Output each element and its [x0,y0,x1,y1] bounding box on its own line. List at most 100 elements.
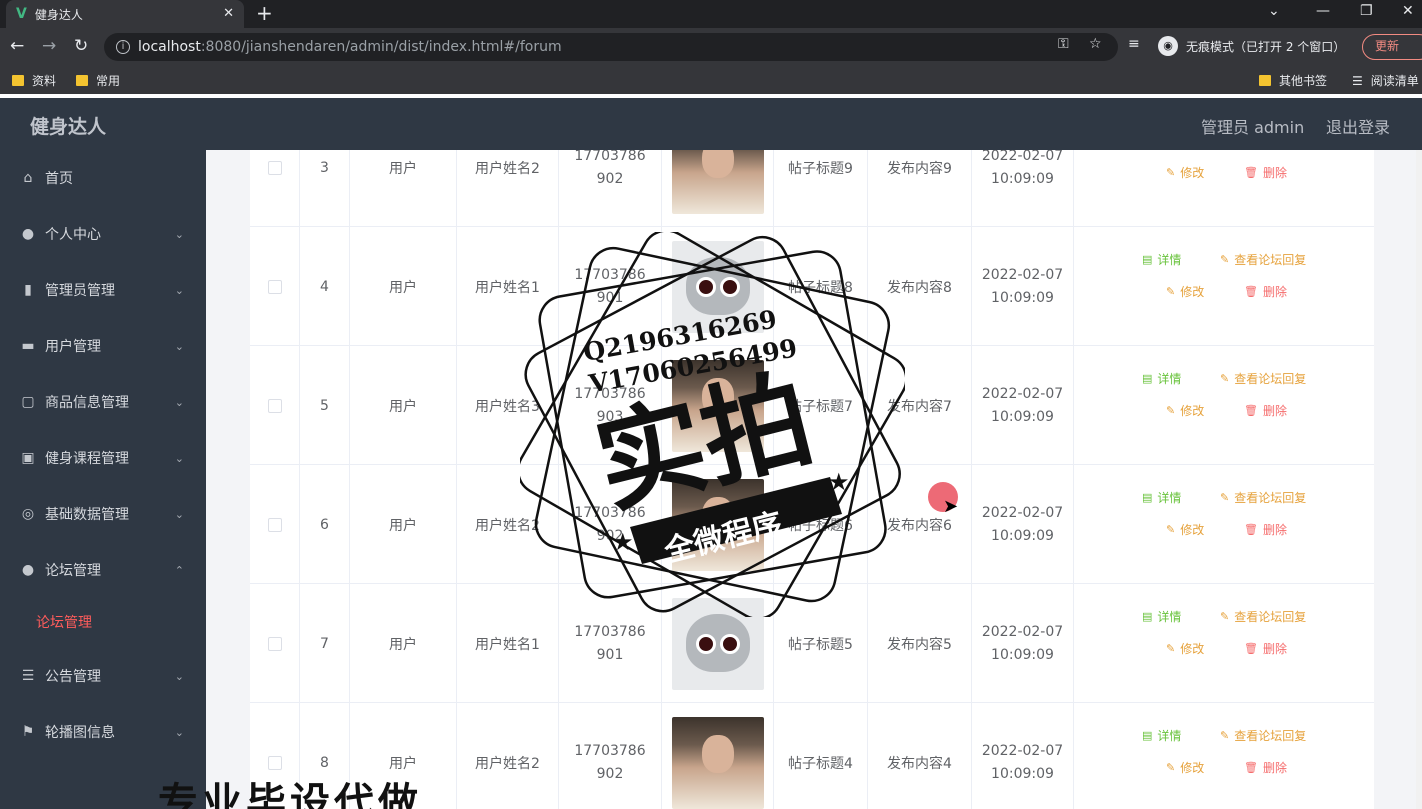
trash-icon: 🗑 [1244,523,1258,536]
minimize-icon[interactable]: — [1316,3,1330,19]
image-cell [662,584,774,703]
edit-icon: ✎ [1220,729,1230,742]
vue-logo-icon: V [16,6,27,22]
row-checkbox[interactable] [267,279,282,294]
star-icon[interactable]: ☆ [1089,36,1102,52]
sidebar-item-admins[interactable]: ▮ 管理员管理 ⌄ [0,262,206,318]
app-title: 健身达人 [30,116,107,138]
chevron-up-icon: ⌃ [174,563,184,577]
document-icon: ▤ [1142,253,1153,266]
delete-button[interactable]: 🗑 删除 [1244,402,1287,419]
key-icon[interactable]: ⚿ [1058,36,1069,52]
delete-button[interactable]: 🗑 删除 [1244,759,1287,776]
sidebar-item-label: 基础数据管理 [45,507,129,523]
restore-icon[interactable]: ❐ [1360,3,1373,19]
view-replies-button[interactable]: ✎ 查看论坛回复 [1220,251,1306,268]
sidebar-item-users[interactable]: ▬ 用户管理 ⌄ [0,318,206,374]
media-icon[interactable]: ≡ [1128,36,1140,52]
delete-button-label: 删除 [1262,404,1287,418]
delete-button[interactable]: 🗑 删除 [1244,521,1287,538]
time-text: 10:09:09 [991,408,1054,425]
edit-button[interactable]: ✎ 修改 [1166,164,1204,181]
delete-button[interactable]: 🗑 删除 [1244,283,1287,300]
edit-button[interactable]: ✎ 修改 [1166,283,1204,300]
row-actions: ▤ 详情 ✎ 查看论坛回复 ✎ 修改 🗑 删除 [1136,465,1374,584]
title-cell-text: 帖子标题8 [788,279,853,296]
role-cell-text: 用户 [389,279,417,296]
close-window-icon[interactable]: ✕ [1402,3,1414,19]
sidebar-item-home[interactable]: ⌂ 首页 [0,150,206,206]
edit-icon: ✎ [1220,253,1230,266]
sidebar-item-carousel[interactable]: ⚑ 轮播图信息 ⌄ [0,704,206,760]
reload-icon[interactable]: ↻ [74,36,88,56]
edit-button[interactable]: ✎ 修改 [1166,402,1204,419]
sidebar-item-basedata[interactable]: ◎ 基础数据管理 ⌄ [0,486,206,542]
sidebar-item-notices[interactable]: ☰ 公告管理 ⌄ [0,648,206,704]
detail-button[interactable]: ▤ 详情 [1142,251,1181,268]
detail-button[interactable]: ▤ 详情 [1142,489,1181,506]
browser-tab[interactable]: V 健身达人 ✕ [6,0,244,28]
detail-button-label: 详情 [1157,372,1182,386]
tab-search-icon[interactable]: ⌄ [1268,3,1280,19]
close-tab-icon[interactable]: ✕ [223,6,234,21]
delete-button[interactable]: 🗑 删除 [1244,640,1287,657]
row-checkbox[interactable] [267,755,282,770]
row-checkbox[interactable] [267,517,282,532]
view-replies-button[interactable]: ✎ 查看论坛回复 [1220,489,1306,506]
home-icon: ⌂ [23,170,33,186]
phone-cell-text: 17703786902 [574,150,646,187]
scrollbar[interactable] [1416,150,1422,809]
sidebar-item-profile[interactable]: ● 个人中心 ⌄ [0,206,206,262]
sidebar-item-label: 管理员管理 [45,283,115,299]
sidebar-subitem-forum[interactable]: 论坛管理 [0,600,206,644]
new-tab-button[interactable]: + [256,2,273,24]
index-cell: 5 [300,346,350,465]
info-icon[interactable]: i [116,40,130,54]
sidebar-item-label: 健身课程管理 [45,451,129,467]
name-cell-text: 用户姓名1 [475,279,540,296]
detail-button[interactable]: ▤ 详情 [1142,608,1181,625]
delete-button[interactable]: 🗑 删除 [1244,164,1287,181]
checkbox-cell [250,346,300,465]
edit-button[interactable]: ✎ 修改 [1166,640,1204,657]
back-icon[interactable]: ← [10,36,24,56]
row-checkbox[interactable] [267,636,282,651]
row-checkbox[interactable] [267,160,282,175]
folder-icon [12,75,24,86]
chevron-down-icon: ⌄ [174,507,184,521]
forward-icon[interactable]: → [42,36,56,56]
detail-button[interactable]: ▤ 详情 [1142,370,1181,387]
view-replies-button[interactable]: ✎ 查看论坛回复 [1220,370,1306,387]
date-text: 2022-02-07 [981,504,1064,521]
incognito-indicator[interactable]: ◉ 无痕模式（已打开 2 个窗口） [1158,36,1345,56]
table-row: 7 用户 用户姓名1 17703786901 帖子标题5 发布内容5 2022-02-07 1… [250,584,1374,703]
phone-cell-text: 17703786902 [574,504,646,544]
date-text: 2022-02-07 [981,742,1064,759]
reading-list[interactable]: ☰ 阅读清单 [1352,72,1419,89]
detail-button-label: 详情 [1157,729,1182,743]
role-cell-text: 用户 [389,160,417,177]
row-checkbox[interactable] [267,398,282,413]
datetime: 2022-02-07 10:09:09 [982,621,1064,667]
role-cell: 用户 [350,346,457,465]
cat-eye [695,276,716,297]
edit-button[interactable]: ✎ 修改 [1166,759,1204,776]
detail-button[interactable]: ▤ 详情 [1142,727,1181,744]
edit-button[interactable]: ✎ 修改 [1166,521,1204,538]
chevron-down-icon: ⌄ [174,725,184,739]
index-cell-text: 7 [320,635,329,652]
edit-button-label: 修改 [1180,642,1205,656]
sidebar-item-label: 商品信息管理 [45,395,129,411]
view-replies-button[interactable]: ✎ 查看论坛回复 [1220,608,1306,625]
view-replies-button[interactable]: ✎ 查看论坛回复 [1220,727,1306,744]
sidebar-item-forum[interactable]: ● 论坛管理 ⌃ [0,542,206,598]
bookmark-folder[interactable]: 资料 [12,72,56,89]
update-button[interactable]: 更新 [1362,34,1422,60]
sidebar-item-products[interactable]: ▢ 商品信息管理 ⌄ [0,374,206,430]
other-bookmarks[interactable]: 其他书签 [1259,72,1327,89]
bookmark-folder[interactable]: 常用 [76,72,120,89]
url-input[interactable]: i localhost :8080/jianshendaren/admin/di… [104,33,1118,61]
content-cell-text: 发布内容7 [887,398,952,415]
logout-button[interactable]: 退出登录 [1326,114,1390,138]
sidebar-item-courses[interactable]: ▣ 健身课程管理 ⌄ [0,430,206,486]
